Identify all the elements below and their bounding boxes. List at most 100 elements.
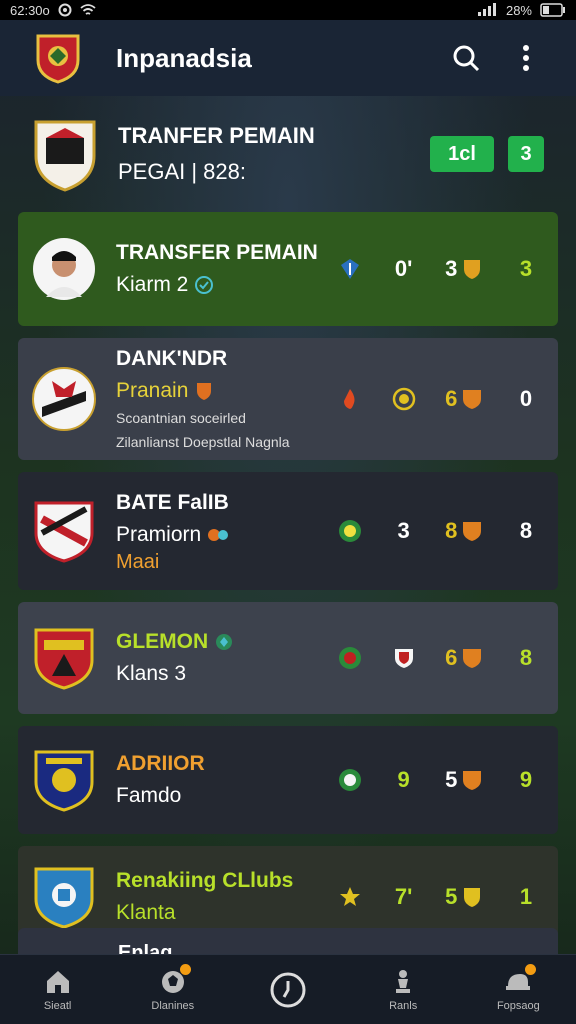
- item-subtitle: Klanta: [116, 901, 176, 924]
- club-logo: [34, 501, 94, 563]
- item-subtitle: Kiarm 2: [116, 273, 336, 297]
- list-item[interactable]: DANK'NDR Pranain Scoantnian soceirled Zi…: [18, 338, 558, 460]
- stat-2: 8: [445, 518, 484, 544]
- stat-2: 5: [445, 767, 484, 793]
- battery-percent: 28%: [505, 2, 532, 18]
- more-menu-button[interactable]: [506, 38, 546, 78]
- nav-clock[interactable]: [238, 971, 338, 1009]
- notification-dot: [525, 963, 537, 975]
- gold-shield-icon: [464, 260, 481, 279]
- nav-label: Dlanines: [151, 999, 195, 1012]
- header-club-logo: [34, 120, 96, 192]
- signal-icon: [477, 3, 496, 16]
- item-description-1: Scoantnian soceirled: [116, 410, 246, 426]
- flame-icon: [344, 389, 355, 409]
- gold-shield-icon: [464, 888, 481, 907]
- nav-label: Fopsaog: [496, 999, 540, 1012]
- search-icon: [453, 45, 480, 72]
- chess-icon: [396, 969, 411, 993]
- stat-1: 0': [394, 256, 413, 281]
- orange-shield-icon: [463, 649, 482, 668]
- orange-shield-icon: [463, 522, 482, 541]
- app-title: Inpanadsia: [116, 42, 252, 73]
- club-logo: [34, 750, 94, 812]
- item-subtitle: Pramiorn: [116, 523, 336, 547]
- ball-icon: [208, 529, 229, 542]
- more-vertical-icon: [523, 45, 529, 71]
- battery-icon: [540, 3, 565, 17]
- item-stats: 6 0: [338, 338, 538, 460]
- green-crest-icon: [339, 520, 361, 542]
- nav-home[interactable]: Sieatl: [8, 968, 108, 1012]
- nav-label: Ranls: [389, 999, 418, 1012]
- orange-badge-icon: [197, 383, 212, 401]
- stat-3: 8: [519, 518, 533, 543]
- header-subtitle: PEGAI | 828:: [118, 159, 247, 184]
- stat-3: 8: [519, 645, 533, 670]
- header-card[interactable]: TRANFER PEMAIN PEGAI | 828: 1cl 3: [18, 104, 558, 204]
- flag-badge-icon: [216, 634, 233, 651]
- search-button[interactable]: [446, 38, 486, 78]
- item-description-1: Maai: [116, 551, 160, 573]
- notification-dot: [179, 963, 191, 975]
- list-item[interactable]: BATE FalIB Pramiorn Maai 3 8 8: [18, 472, 558, 590]
- status-bar: 62:30o 28%: [0, 0, 576, 20]
- club-logo: [34, 867, 94, 929]
- list-item[interactable]: TRANSFER PEMAIN Kiarm 2 0' 3 3: [18, 212, 558, 326]
- item-name: ADRIIOR: [116, 752, 205, 775]
- stat-2: 6: [445, 645, 484, 671]
- list-item[interactable]: GLEMON Klans 3 6 8: [18, 602, 558, 714]
- record-icon: [58, 3, 72, 17]
- nav-matches[interactable]: Dlanines: [123, 963, 223, 1012]
- list-item[interactable]: ADRIIOR Famdo 9 5 9: [18, 726, 558, 834]
- green-crest-icon: [339, 647, 361, 669]
- status-time: 62:30o: [10, 2, 50, 18]
- item-stats: 9 5 9: [338, 726, 538, 834]
- item-name: BATE FalIB: [116, 491, 229, 514]
- green-crest-icon: [339, 769, 361, 791]
- stat-3: 3: [519, 256, 533, 281]
- item-stats: 0' 3 3: [338, 212, 538, 326]
- club-logo: [32, 367, 96, 431]
- verified-icon: [195, 276, 214, 295]
- orange-shield-icon: [463, 771, 482, 790]
- nav-label: Sieatl: [43, 999, 72, 1012]
- home-icon: [46, 970, 69, 993]
- wifi-icon: [80, 4, 96, 15]
- item-subtitle: Klans 3: [116, 662, 187, 685]
- clock-icon: [270, 972, 306, 1007]
- club-logo: [34, 628, 94, 690]
- transfer-list: TRANSFER PEMAIN Kiarm 2 0' 3 3 DANK'NDR …: [18, 212, 558, 960]
- player-avatar: [33, 238, 95, 300]
- item-subtitle: Pranain: [116, 379, 336, 403]
- stat-1: 9: [397, 767, 410, 792]
- stat-1: 7': [394, 884, 413, 909]
- app-crest-logo: [36, 34, 80, 84]
- header-title: TRANFER PEMAIN: [118, 123, 315, 148]
- lion-badge-icon: [463, 390, 482, 409]
- coin-icon: [392, 387, 415, 411]
- stat-3: 1: [519, 884, 533, 909]
- item-name: DANK'NDR: [116, 347, 228, 370]
- header-pill-2[interactable]: 3: [508, 136, 544, 172]
- app-bar: Inpanadsia: [0, 20, 576, 96]
- stat-2: 6: [445, 386, 484, 412]
- red-shield-icon: [394, 649, 413, 668]
- item-stats: 3 8 8: [338, 472, 538, 590]
- header-pill-1[interactable]: 1cl: [430, 136, 494, 172]
- shield-blue-icon: [341, 259, 359, 279]
- item-name: GLEMON: [116, 630, 336, 654]
- star-badge-icon: [340, 887, 360, 906]
- bottom-navigation: Sieatl Dlanines Ranls Fopsaog: [0, 954, 576, 1024]
- nav-profile[interactable]: Fopsaog: [468, 963, 568, 1012]
- stat-1: 3: [397, 518, 410, 543]
- nav-ranks[interactable]: Ranls: [353, 968, 453, 1012]
- item-description-2: Zilanlianst Doepstlal Nagnla: [116, 434, 290, 450]
- item-stats: 6 8: [338, 602, 538, 714]
- stat-3: 0: [519, 386, 533, 411]
- item-subtitle: Famdo: [116, 784, 182, 807]
- stat-3: 9: [519, 767, 533, 792]
- item-name: TRANSFER PEMAIN: [116, 241, 318, 264]
- stat-2: 3: [445, 256, 484, 282]
- stat-2: 5: [445, 884, 484, 910]
